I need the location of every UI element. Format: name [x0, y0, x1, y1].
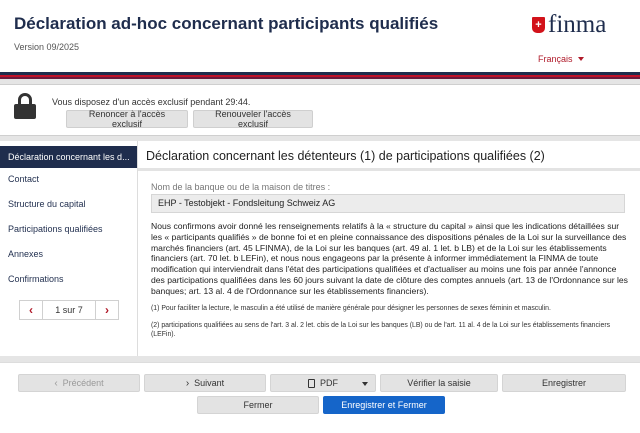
renounce-access-button[interactable]: Renoncer à l'accès exclusif [66, 109, 188, 129]
exclusive-access-message: Vous disposez d'un accès exclusif pendan… [52, 97, 251, 107]
file-icon [308, 378, 315, 388]
sidebar-item-declaration[interactable]: Déclaration concernant les d... [0, 146, 137, 168]
chevron-right-icon: › [185, 377, 190, 389]
page-pager: ‹ 1 sur 7 › [19, 300, 119, 320]
action-footer: ‹ Précédent › Suivant PDF Vérifier la sa… [0, 362, 640, 433]
save-button[interactable]: Enregistrer [502, 374, 626, 392]
chevron-left-icon[interactable]: ‹ [20, 301, 43, 319]
renew-access-button[interactable]: Renouveler l'accès exclusif [193, 109, 313, 129]
pdf-label: PDF [320, 378, 338, 388]
title-divider [138, 168, 640, 171]
finma-logo: + finma [532, 12, 606, 38]
swiss-cross-icon: + [532, 17, 545, 33]
bank-name-label: Nom de la banque ou de la maison de titr… [151, 182, 331, 192]
confirmation-paragraph: Nous confirmons avoir donné les renseign… [151, 221, 628, 296]
language-label: Français [538, 54, 573, 64]
next-label: Suivant [194, 378, 225, 388]
main-content: Déclaration concernant les détenteurs (1… [137, 141, 640, 356]
page-title: Déclaration ad-hoc concernant participan… [14, 14, 439, 33]
sidebar-item-qualified-participations[interactable]: Participations qualifiées [0, 218, 137, 240]
sidebar-item-capital-structure[interactable]: Structure du capital [0, 193, 137, 215]
version-label: Version 09/2025 [14, 42, 80, 52]
next-button[interactable]: › Suivant [144, 374, 266, 392]
sidebar-item-confirmations[interactable]: Confirmations [0, 268, 137, 290]
verify-button[interactable]: Vérifier la saisie [380, 374, 498, 392]
save-and-close-button[interactable]: Enregistrer et Fermer [323, 396, 445, 414]
bank-name-field: EHP - Testobjekt - Fondsleitung Schweiz … [151, 194, 625, 213]
previous-label: Précédent [62, 378, 104, 388]
logo-text: finma [548, 11, 607, 38]
footnote-1: (1) Pour faciliter la lecture, le mascul… [151, 305, 551, 312]
pager-label: 1 sur 7 [55, 305, 83, 315]
chevron-left-icon: ‹ [54, 377, 58, 389]
sidebar-item-annexes[interactable]: Annexes [0, 243, 137, 265]
section-title: Déclaration concernant les détenteurs (1… [146, 149, 545, 163]
sidebar-nav: Déclaration concernant les d... Contact … [0, 141, 137, 356]
sidebar-item-contact[interactable]: Contact [0, 168, 137, 190]
close-button[interactable]: Fermer [197, 396, 319, 414]
footnote-2: (2) participations qualifiées au sens de… [151, 322, 611, 338]
language-selector[interactable]: Français [538, 54, 584, 64]
pdf-button[interactable]: PDF [270, 374, 376, 392]
caret-down-icon [577, 57, 584, 61]
app-header: Déclaration ad-hoc concernant participan… [0, 0, 640, 72]
lock-icon [14, 93, 36, 119]
previous-button[interactable]: ‹ Précédent [18, 374, 140, 392]
caret-down-icon [362, 382, 368, 386]
chevron-right-icon[interactable]: › [95, 301, 118, 319]
